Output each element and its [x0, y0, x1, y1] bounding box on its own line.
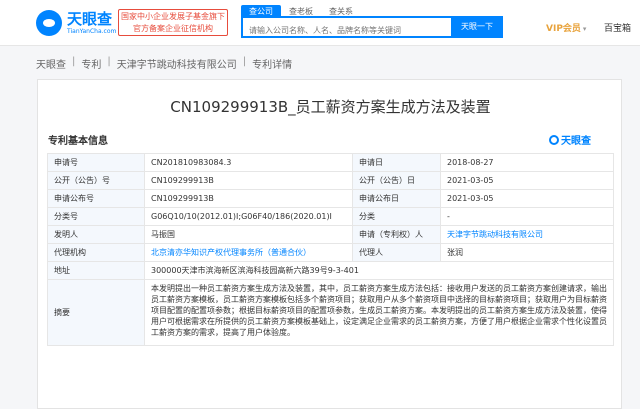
field-value: - [440, 207, 614, 226]
breadcrumb-current: 专利详情 [252, 60, 293, 71]
breadcrumb-separator: | [107, 56, 111, 67]
abstract-text: 本发明提出一种员工薪资方案生成方法及装置，其中，员工薪资方案生成方法包括：接收用… [144, 279, 614, 346]
brand-watermark: 天眼查 [549, 132, 591, 147]
table-row: 代理机构 北京清亦华知识产权代理事务所（普通合伙） 代理人 张润 [47, 243, 614, 262]
field-label: 摘要 [47, 279, 145, 346]
field-label: 申请日 [352, 153, 441, 172]
patent-info-table: 申请号 CN201810983084.3 申请日 2018-08-27 公开（公… [47, 153, 614, 346]
breadcrumb-separator: | [242, 56, 247, 67]
field-label: 分类 [352, 207, 441, 226]
table-row: 申请公布号 CN109299913B 申请公布日 2021-03-05 [47, 189, 614, 208]
eye-logo-icon [36, 10, 62, 36]
breadcrumb-patent[interactable]: 专利 [81, 56, 101, 71]
field-label: 发明人 [47, 225, 145, 244]
table-row: 分类号 G06Q10/10(2012.01)I;G06F40/186(2020.… [47, 207, 614, 226]
field-label: 分类号 [47, 207, 145, 226]
chevron-down-icon: ▾ [582, 25, 587, 33]
field-value: CN109299913B [144, 189, 353, 208]
breadcrumb-home[interactable]: 天眼查 [36, 56, 66, 71]
field-label: 申请公布日 [352, 189, 441, 208]
field-value: 2021-03-05 [440, 171, 614, 190]
field-label: 申请公布号 [47, 189, 145, 208]
field-value: 张润 [440, 243, 614, 262]
applicant-link[interactable]: 天津字节跳动科技有限公司 [440, 225, 614, 244]
field-label: 公开（公告）日 [352, 171, 441, 190]
table-row: 公开（公告）号 CN109299913B 公开（公告）日 2021-03-05 [47, 171, 614, 190]
address-value: 300000天津市滨海新区滨海科技园高新六路39号9-3-401 [144, 261, 614, 280]
search-button[interactable]: 天眼一下 [451, 16, 503, 38]
field-value: G06Q10/10(2012.01)I;G06F40/186(2020.01)I [144, 207, 353, 226]
site-logo[interactable]: 天眼查 TianYanCha.com [36, 10, 116, 36]
top-header: 天眼查 TianYanCha.com 国家中小企业发展子基金旗下 官方备案企业征… [0, 0, 640, 46]
page-title: CN109299913B_员工薪资方案生成方法及装置 [170, 98, 491, 116]
logo-text: 天眼查 [67, 9, 113, 28]
field-label: 公开（公告）号 [47, 171, 145, 190]
breadcrumb-company[interactable]: 天津字节跳动科技有限公司 [117, 56, 237, 71]
table-row: 申请号 CN201810983084.3 申请日 2018-08-27 [47, 153, 614, 172]
toolbox-menu[interactable]: 百宝箱 [604, 21, 631, 34]
field-label: 代理人 [352, 243, 441, 262]
field-value: 马振国 [144, 225, 353, 244]
field-value: 2018-08-27 [440, 153, 614, 172]
table-row: 摘要 本发明提出一种员工薪资方案生成方法及装置，其中，员工薪资方案生成方法包括：… [47, 279, 614, 346]
table-row: 发明人 马振国 申请（专利权）人 天津字节跳动科技有限公司 [47, 225, 614, 244]
field-value: CN109299913B [144, 171, 353, 190]
search-input[interactable] [243, 21, 453, 40]
breadcrumb-separator: | [72, 56, 76, 67]
breadcrumb: 天眼查 | 专利 | 天津字节跳动科技有限公司 | 专利详情 [36, 56, 292, 71]
credential-banner[interactable]: 国家中小企业发展子基金旗下 官方备案企业征信机构 [118, 9, 228, 36]
eye-icon [549, 134, 559, 145]
patent-detail-card: CN109299913B_员工薪资方案生成方法及装置 专利基本信息 天眼查 申请… [37, 79, 622, 409]
section-title: 专利基本信息 [48, 136, 108, 147]
field-value: 2021-03-05 [440, 189, 614, 208]
table-row: 地址 300000天津市滨海新区滨海科技园高新六路39号9-3-401 [47, 261, 614, 280]
field-label: 地址 [47, 261, 145, 280]
vip-label: VIP会员 [546, 24, 581, 34]
field-label: 代理机构 [47, 243, 145, 262]
vip-menu[interactable]: VIP会员 ▾ [546, 21, 586, 34]
field-label: 申请（专利权）人 [352, 225, 441, 244]
field-value: CN201810983084.3 [144, 153, 353, 172]
field-label: 申请号 [47, 153, 145, 172]
logo-domain: TianYanCha.com [67, 27, 117, 35]
search-box: 天眼一下 [241, 16, 503, 40]
agency-link[interactable]: 北京清亦华知识产权代理事务所（普通合伙） [144, 243, 353, 262]
